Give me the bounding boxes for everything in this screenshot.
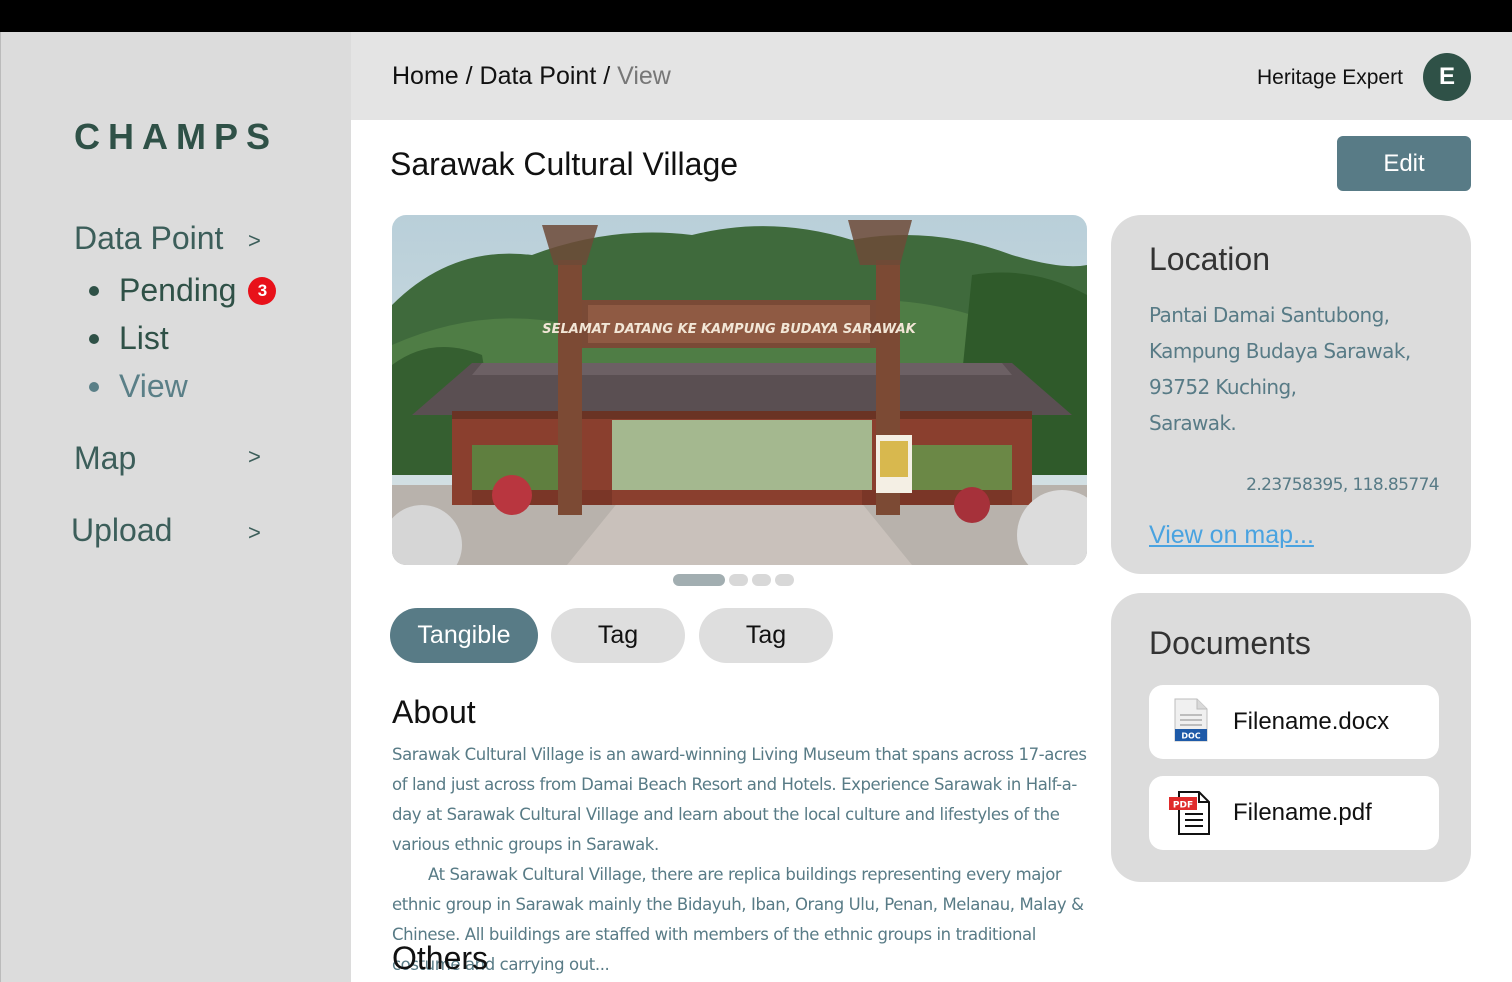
breadcrumb-home[interactable]: Home: [392, 62, 459, 90]
carousel-dot[interactable]: [729, 574, 748, 586]
user-name: Heritage Expert: [1257, 66, 1403, 89]
sidebar-subitem-label: List: [119, 320, 169, 356]
address-line: 93752 Kuching,: [1149, 375, 1297, 399]
about-paragraph: Sarawak Cultural Village is an award-win…: [392, 745, 1087, 854]
about-text: Sarawak Cultural Village is an award-win…: [392, 740, 1092, 980]
bullet-icon: [89, 381, 99, 392]
chevron-right-icon[interactable]: >: [248, 228, 261, 254]
tag-chip[interactable]: Tag: [699, 608, 833, 663]
tag-chip[interactable]: Tag: [551, 608, 685, 663]
sidebar-item-label: Upload: [71, 512, 173, 548]
breadcrumb-current: View: [617, 62, 671, 90]
sidebar-item-upload[interactable]: Upload: [71, 512, 172, 549]
bullet-icon: [89, 333, 99, 344]
data-point-photo[interactable]: SELAMAT DATANG KE KAMPUNG BUDAYA SARAWAK: [392, 215, 1087, 565]
carousel-dot[interactable]: [752, 574, 771, 586]
address-line: Pantai Damai Santubong,: [1149, 303, 1390, 327]
carousel-indicator: [673, 574, 794, 586]
documents-title: Documents: [1149, 625, 1311, 661]
document-item-docx[interactable]: DOC Filename.docx: [1149, 685, 1439, 759]
sidebar-item-label: Data Point: [74, 220, 224, 256]
tag-tangible[interactable]: Tangible: [390, 608, 538, 663]
avatar[interactable]: E: [1423, 53, 1471, 101]
location-address: Pantai Damai Santubong, Kampung Budaya S…: [1149, 297, 1411, 441]
photo-illustration: SELAMAT DATANG KE KAMPUNG BUDAYA SARAWAK: [392, 215, 1087, 565]
pending-count-badge: 3: [248, 276, 277, 305]
location-coordinates: 2.23758395, 118.85774: [1246, 475, 1439, 495]
sidebar-subitem-list[interactable]: List: [89, 320, 169, 357]
brand-logo: CHAMPS: [74, 116, 279, 157]
documents-card: Documents DOC Filename.docx PDF Filename…: [1111, 593, 1471, 882]
carousel-dot-active[interactable]: [673, 574, 725, 586]
carousel-dot[interactable]: [775, 574, 794, 586]
breadcrumb-separator: /: [596, 62, 618, 90]
docx-file-icon: DOC: [1169, 697, 1213, 747]
about-paragraph: At Sarawak Cultural Village, there are r…: [392, 865, 1084, 974]
location-card: Location Pantai Damai Santubong, Kampung…: [1111, 215, 1471, 574]
sidebar: CHAMPS Data Point > Pending 3 List View …: [0, 32, 351, 982]
others-heading: Others: [392, 940, 489, 976]
breadcrumb-separator: /: [458, 62, 480, 90]
pdf-file-icon: PDF: [1169, 788, 1213, 838]
sidebar-subitem-label: Pending: [119, 272, 237, 308]
document-filename: Filename.pdf: [1233, 799, 1372, 826]
document-item-pdf[interactable]: PDF Filename.pdf: [1149, 776, 1439, 850]
chevron-right-icon[interactable]: >: [248, 444, 261, 470]
sidebar-subitem-view[interactable]: View: [89, 368, 188, 405]
sidebar-item-label: Map: [74, 440, 137, 476]
location-title: Location: [1149, 241, 1270, 277]
svg-text:DOC: DOC: [1181, 732, 1200, 741]
page-title: Sarawak Cultural Village: [390, 146, 739, 182]
header-bar: Home / Data Point / View Heritage Expert…: [351, 32, 1512, 120]
chevron-right-icon[interactable]: >: [248, 520, 261, 546]
bullet-icon: [89, 285, 99, 296]
address-line: Kampung Budaya Sarawak,: [1149, 339, 1411, 363]
photo-sign-text: SELAMAT DATANG KE KAMPUNG BUDAYA SARAWAK: [542, 322, 916, 337]
sidebar-item-map[interactable]: Map: [74, 440, 136, 477]
sidebar-subitem-pending[interactable]: Pending 3: [89, 272, 277, 309]
top-black-bar: [0, 0, 1512, 32]
address-line: Sarawak.: [1149, 411, 1237, 435]
about-heading: About: [392, 694, 476, 730]
view-on-map-link[interactable]: View on map...: [1149, 521, 1314, 550]
main-content: Sarawak Cultural Village Edit SELAMAT DA…: [351, 120, 1512, 982]
edit-button[interactable]: Edit: [1337, 136, 1471, 191]
sidebar-item-data-point[interactable]: Data Point: [74, 220, 223, 257]
document-filename: Filename.docx: [1233, 708, 1390, 735]
svg-text:PDF: PDF: [1173, 801, 1193, 811]
breadcrumb: Home / Data Point / View: [392, 62, 671, 91]
breadcrumb-data-point[interactable]: Data Point: [480, 62, 597, 90]
sidebar-subitem-label: View: [119, 368, 188, 404]
